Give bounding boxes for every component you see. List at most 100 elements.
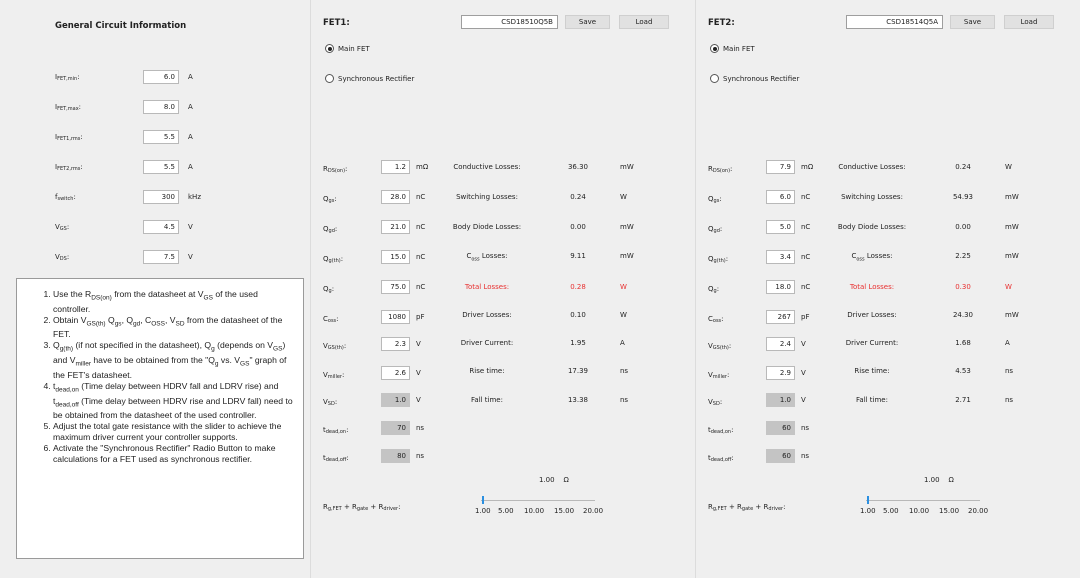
fet2-load-button[interactable]: Load [1004, 15, 1054, 29]
fet1-param-input[interactable]: 1.2 [381, 160, 410, 174]
fet1-param-input[interactable]: 2.3 [381, 337, 410, 351]
gate-label-symbol: + R [341, 503, 357, 511]
instruction-text: (depends on V [214, 340, 274, 351]
fet1-param-input[interactable]: 2.6 [381, 366, 410, 380]
general-param-label: IFET2,rms: [55, 163, 83, 172]
fet2-param-input[interactable]: 267 [766, 310, 795, 324]
general-param-input[interactable]: 4.5 [143, 220, 179, 234]
fet1-result-value: 17.39 [567, 367, 589, 375]
fet1-result-label: Driver Current: [437, 339, 537, 347]
fet2-param-colon: : [725, 255, 729, 263]
general-panel: General Circuit Information IFET,min: 6.0… [0, 0, 309, 578]
fet1-param-label: VGS(th): [323, 342, 346, 351]
fet1-param-colon: : [336, 315, 339, 323]
fet1-param-label: tdead,on: [323, 426, 348, 435]
fet2-param-unit: V [801, 369, 806, 377]
fet1-gate-resistance-label: Rg,FET + Rgate + Rdriver: [323, 503, 400, 512]
fet2-param-input[interactable]: 3.4 [766, 250, 795, 264]
general-param-subscript: DS [59, 256, 67, 262]
fet2-param-input[interactable]: 2.9 [766, 366, 795, 380]
fet2-result-label-subscript: oss [856, 256, 865, 263]
fet2-result-label-text: Total Losses: [849, 283, 895, 291]
general-param-label: IFET1,rms: [55, 133, 83, 142]
fet1-result-label: Body Diode Losses: [437, 223, 537, 231]
fet1-result-label-text: Fall time: [471, 396, 503, 404]
fet1-param-unit: nC [416, 193, 426, 201]
fet1-slider-tick: 20.00 [583, 507, 604, 515]
fet1-param-input[interactable]: 15.0 [381, 250, 410, 264]
fet1-load-button[interactable]: Load [619, 15, 669, 29]
fet2-result-label-text: Rise time: [854, 367, 890, 375]
fet2-sync-rectifier-radio[interactable] [710, 74, 719, 83]
fet1-param-input[interactable]: 21.0 [381, 220, 410, 234]
fet1-param-input[interactable]: 75.0 [381, 280, 410, 294]
fet2-param-input[interactable]: 18.0 [766, 280, 795, 294]
fet1-result-unit: W [620, 311, 627, 319]
general-param-subscript: FET1,rms [57, 136, 81, 142]
fet1-result-label-subscript: oss [471, 256, 480, 263]
fet2-param-label: Qgd: [708, 225, 722, 234]
general-param-input[interactable]: 7.5 [143, 250, 179, 264]
instruction-text: Q [105, 314, 115, 325]
fet2-param-input[interactable]: 5.0 [766, 220, 795, 234]
fet1-result-value: 36.30 [567, 163, 589, 171]
fet2-param-input[interactable]: 2.4 [766, 337, 795, 351]
general-param-colon: : [66, 223, 70, 231]
fet1-result-value: 0.00 [570, 223, 586, 231]
fet2-result-label-text: Switching Losses: [841, 193, 903, 201]
general-param-input[interactable]: 6.0 [143, 70, 179, 84]
fet2-title: FET2: [708, 18, 735, 28]
gate-label-subscript: driver [383, 506, 399, 512]
fet2-param-label: VGS(th): [708, 342, 731, 351]
general-param-subscript: FET,max [57, 106, 79, 112]
fet1-save-button[interactable]: Save [565, 15, 610, 29]
general-param-colon: : [66, 253, 70, 261]
general-param-label: fswitch: [55, 193, 76, 202]
general-param-input[interactable]: 5.5 [143, 160, 179, 174]
fet1-gate-resistance-slider-thumb[interactable] [482, 496, 484, 504]
fet1-param-colon: : [346, 426, 349, 434]
fet1-param-label: Vmiller: [323, 371, 344, 380]
fet2-result-label: Switching Losses: [822, 193, 922, 201]
fet1-main-fet-radio[interactable] [325, 44, 334, 53]
fet2-gate-resistance-label: Rg,FET + Rgate + Rdriver: [708, 503, 785, 512]
fet2-param-input: 1.0 [766, 393, 795, 407]
fet2-param-input[interactable]: 6.0 [766, 190, 795, 204]
fet2-main-fet-radio[interactable] [710, 44, 719, 53]
fet1-param-input[interactable]: 28.0 [381, 190, 410, 204]
fet2-sync-rectifier-label: Synchronous Rectifier [723, 75, 800, 83]
fet2-param-input[interactable]: 7.9 [766, 160, 795, 174]
fet1-gate-resistance-slider-track[interactable] [481, 500, 595, 501]
fet1-sync-rectifier-radio[interactable] [325, 74, 334, 83]
fet2-result-label: Coss Losses: [822, 252, 922, 262]
instruction-text: have to be obtained from the "Q [91, 355, 215, 366]
fet2-param-unit: V [801, 340, 806, 348]
fet1-result-label: Switching Losses: [437, 193, 537, 201]
general-param-colon: : [78, 103, 82, 111]
fet2-save-button[interactable]: Save [950, 15, 995, 29]
fet2-param-label: tdead,on: [708, 426, 733, 435]
fet1-part-number-input[interactable]: CSD18510Q5B [461, 15, 558, 29]
fet2-result-value: 1.68 [955, 339, 971, 347]
fet2-result-unit: W [1005, 283, 1012, 291]
instruction-subscript: OSS [151, 320, 165, 328]
fet1-param-input[interactable]: 1080 [381, 310, 410, 324]
general-param-input[interactable]: 8.0 [143, 100, 179, 114]
general-param-colon: : [80, 163, 83, 171]
fet1-param-unit: nC [416, 283, 426, 291]
general-param-unit: V [188, 253, 193, 261]
fet2-gate-resistance-slider-thumb[interactable] [867, 496, 869, 504]
general-param-subscript: GS [59, 226, 67, 232]
fet2-part-number-input[interactable]: CSD18514Q5A [846, 15, 943, 29]
gate-label-colon: : [398, 503, 401, 511]
fet1-param-subscript: GS(th) [327, 345, 344, 351]
general-param-input[interactable]: 5.5 [143, 130, 179, 144]
fet1-result-label-text: Total Losses: [464, 283, 510, 291]
fet2-param-label: tdead,off: [708, 454, 734, 463]
general-param-input[interactable]: 300 [143, 190, 179, 204]
fet2-gate-resistance-slider-track[interactable] [866, 500, 980, 501]
fet1-param-unit: ns [416, 452, 425, 460]
instruction-subscript: miller [75, 360, 91, 368]
fet2-param-label: Coss: [708, 315, 724, 324]
fet2-result-label-text: Driver Losses: [847, 311, 897, 319]
